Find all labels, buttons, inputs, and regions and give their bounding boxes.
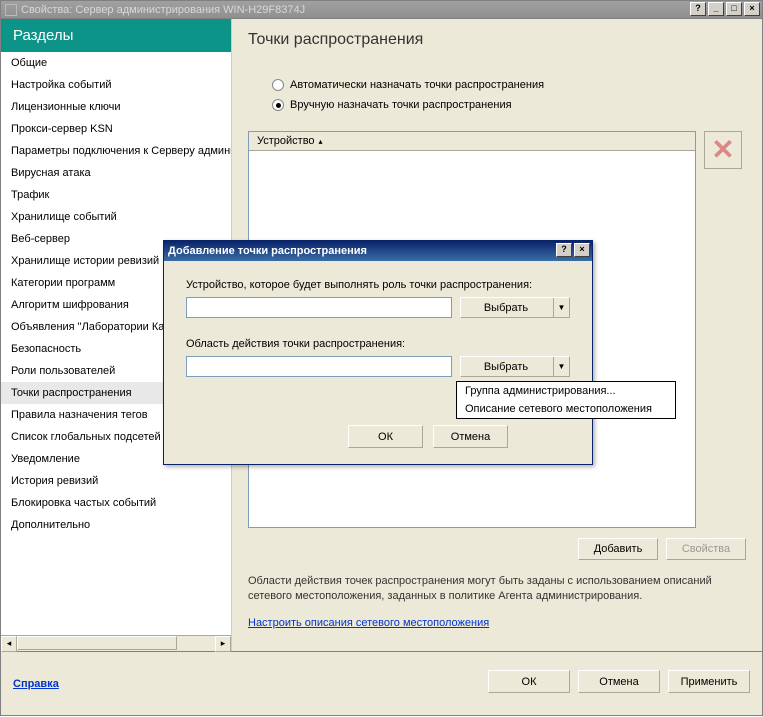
scroll-right-icon[interactable]: ▸ <box>215 636 231 652</box>
delete-button[interactable]: ✕ <box>704 131 742 169</box>
radio-icon[interactable] <box>272 99 284 111</box>
scope-input[interactable] <box>186 356 452 377</box>
properties-button: Свойства <box>666 538 746 560</box>
scroll-thumb[interactable] <box>17 636 177 650</box>
apply-button[interactable]: Применить <box>668 670 750 693</box>
dialog-titlebar: Добавление точки распространения ? × <box>164 241 592 261</box>
radio-icon[interactable] <box>272 79 284 91</box>
device-column-header[interactable]: Устройство ▴ <box>249 132 695 151</box>
dialog-cancel-button[interactable]: Отмена <box>433 425 508 448</box>
radio-label: Автоматически назначать точки распростра… <box>290 79 544 91</box>
add-point-dialog: Добавление точки распространения ? × Уст… <box>163 240 593 465</box>
sidebar-item[interactable]: Трафик <box>1 184 231 206</box>
page-title: Точки распространения <box>248 31 746 49</box>
sort-asc-icon: ▴ <box>319 137 323 146</box>
select-label: Выбрать <box>484 361 528 373</box>
dialog-help-button[interactable]: ? <box>556 243 572 257</box>
sidebar-item[interactable]: Хранилище событий <box>1 206 231 228</box>
scope-field-label: Область действия точки распространения: <box>186 338 570 350</box>
sidebar-item[interactable]: Лицензионные ключи <box>1 96 231 118</box>
scope-select-button[interactable]: Выбрать ▼ <box>460 356 570 377</box>
radio-auto[interactable]: Автоматически назначать точки распростра… <box>272 79 746 91</box>
column-label: Устройство <box>257 135 315 147</box>
sidebar-header: Разделы <box>1 19 231 52</box>
dropdown-item-admin-group[interactable]: Группа администрирования... <box>457 382 675 400</box>
ok-button[interactable]: ОК <box>488 670 570 693</box>
delete-x-icon: ✕ <box>711 136 734 164</box>
sidebar-item[interactable]: Параметры подключения к Серверу админи <box>1 140 231 162</box>
footer: Справка ОК Отмена Применить <box>0 652 763 716</box>
sidebar-item[interactable]: История ревизий <box>1 470 231 492</box>
device-input[interactable] <box>186 297 452 318</box>
select-label: Выбрать <box>484 302 528 314</box>
sidebar-scrollbar[interactable]: ◂ ▸ <box>1 635 231 651</box>
dialog-title: Добавление точки распространения <box>168 245 367 257</box>
dialog-ok-button[interactable]: ОК <box>348 425 423 448</box>
minimize-button[interactable]: _ <box>708 2 724 16</box>
scroll-left-icon[interactable]: ◂ <box>1 636 17 652</box>
radio-label: Вручную назначать точки распространения <box>290 99 512 111</box>
app-icon <box>5 4 17 16</box>
sidebar-item[interactable]: Настройка событий <box>1 74 231 96</box>
radio-manual[interactable]: Вручную назначать точки распространения <box>272 99 746 111</box>
info-text: Области действия точек распространения м… <box>248 574 746 605</box>
sidebar-item[interactable]: Блокировка частых событий <box>1 492 231 514</box>
dialog-close-button[interactable]: × <box>574 243 590 257</box>
dropdown-item-network-location[interactable]: Описание сетевого местоположения <box>457 400 675 418</box>
scope-dropdown: Группа администрирования... Описание сет… <box>456 381 676 419</box>
device-select-button[interactable]: Выбрать ▼ <box>460 297 570 318</box>
add-button[interactable]: Добавить <box>578 538 658 560</box>
window-titlebar: Свойства: Сервер администрирования WIN-H… <box>0 0 763 19</box>
help-button[interactable]: ? <box>690 2 706 16</box>
configure-link[interactable]: Настроить описания сетевого местоположен… <box>248 617 489 629</box>
maximize-button[interactable]: □ <box>726 2 742 16</box>
cancel-button[interactable]: Отмена <box>578 670 660 693</box>
sidebar-item[interactable]: Прокси-сервер KSN <box>1 118 231 140</box>
help-link[interactable]: Справка <box>13 678 59 690</box>
chevron-down-icon: ▼ <box>553 298 569 317</box>
window-title: Свойства: Сервер администрирования WIN-H… <box>21 4 305 16</box>
device-field-label: Устройство, которое будет выполнять роль… <box>186 279 570 291</box>
sidebar-item[interactable]: Вирусная атака <box>1 162 231 184</box>
sidebar-item[interactable]: Общие <box>1 52 231 74</box>
sidebar-item[interactable]: Дополнительно <box>1 514 231 536</box>
close-button[interactable]: × <box>744 2 760 16</box>
chevron-down-icon: ▼ <box>553 357 569 376</box>
